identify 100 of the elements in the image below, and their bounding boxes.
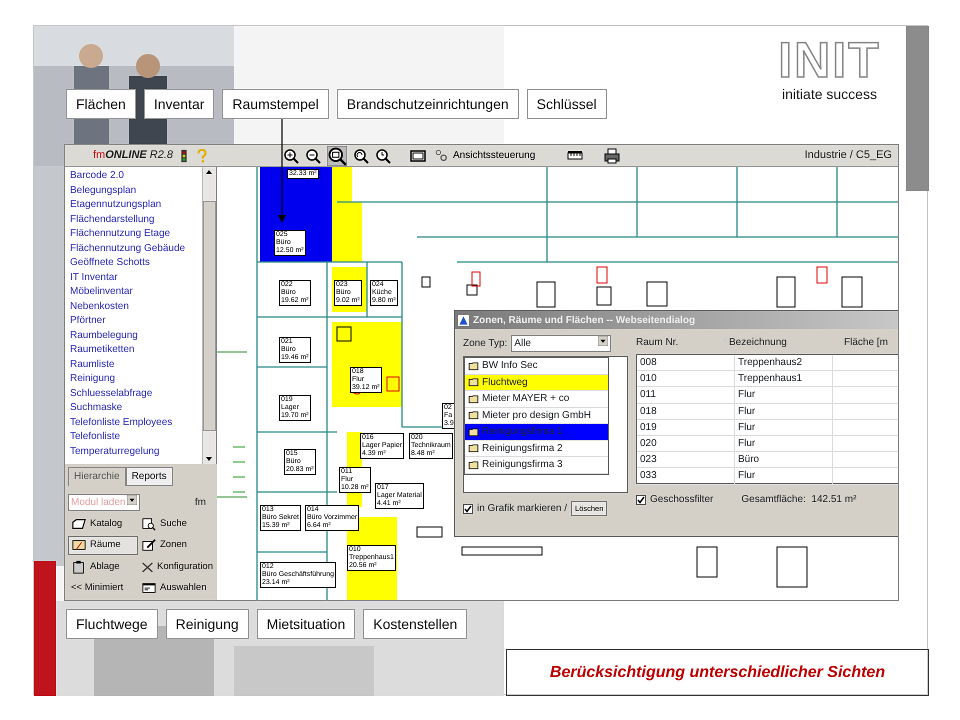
table-cell: Flur: [735, 468, 833, 484]
folder-icon: [468, 460, 479, 470]
location-label: Industrie / C5_EG: [804, 148, 892, 164]
slide-button[interactable]: Flächen: [66, 89, 136, 119]
zoom-reset-icon[interactable]: [353, 148, 369, 164]
sidebar-link[interactable]: Barcode 2.0: [70, 169, 202, 184]
zone-list-item[interactable]: BW Info Sec: [465, 358, 608, 374]
check-icon: [637, 496, 645, 504]
table-cell: 011: [637, 387, 735, 403]
slide-button[interactable]: Brandschutzeinrichtungen: [336, 89, 519, 119]
tool-button[interactable]: Auswahlen: [138, 578, 216, 597]
zoom-window-icon[interactable]: [327, 146, 347, 166]
folder-icon: [468, 426, 479, 437]
caption: Berücksichtigung unterschiedlicher Sichten: [506, 649, 929, 696]
zone-list-item[interactable]: Fluchtweg: [465, 374, 608, 391]
gear-icon: [433, 148, 449, 162]
table-cell: 018: [637, 404, 735, 419]
frame-icon[interactable]: [409, 148, 427, 164]
slide-button[interactable]: Reinigung: [166, 609, 249, 639]
sidebar-link[interactable]: Raumetiketten: [70, 343, 202, 358]
checkbox[interactable]: [636, 494, 646, 504]
check-icon: [464, 504, 472, 513]
slide-button[interactable]: Inventar: [144, 89, 214, 119]
slide-button[interactable]: Mietsituation: [256, 609, 356, 639]
sidebar-link[interactable]: Raumbelegung: [70, 328, 202, 343]
table-cell: 010: [637, 371, 735, 386]
floor-plan-icon: [71, 538, 87, 552]
zone-list-item[interactable]: Mieter pro design GmbH: [465, 408, 608, 424]
sidebar-link[interactable]: Pförtner: [70, 314, 202, 328]
view-control-button[interactable]: Ansichtssteuerung: [433, 148, 536, 163]
zone-list-item[interactable]: Mieter MAYER + co: [465, 391, 608, 408]
table-cell: 023: [637, 452, 735, 468]
panel-tab[interactable]: Reports: [126, 467, 173, 486]
sidebar-link[interactable]: Telefonliste Employees: [70, 416, 202, 430]
slide-button[interactable]: Fluchtwege: [66, 609, 158, 639]
scrollbar[interactable]: [202, 167, 216, 464]
folder-icon: [71, 517, 87, 532]
panel-tab[interactable]: Hierarchie: [68, 467, 126, 486]
sidebar-link[interactable]: Flächendarstellung: [70, 212, 202, 227]
checkbox-label: Geschossfilter: [650, 493, 714, 507]
sidebar-link[interactable]: Suchmaske: [70, 401, 202, 416]
window-icon: [141, 580, 157, 595]
tool-button[interactable]: Räume: [68, 536, 138, 554]
sidebar-link[interactable]: Etagennutzungsplan: [70, 198, 202, 212]
slide-button[interactable]: Schlüssel: [526, 89, 607, 119]
checkbox-label: in Grafik markieren /: [477, 502, 568, 516]
folder-icon: [468, 443, 479, 454]
dropdown-icon: [127, 495, 137, 505]
slide-button[interactable]: Raumstempel: [222, 89, 329, 119]
table-cell: Flur: [735, 436, 833, 452]
table-cell: 020: [637, 436, 735, 452]
sidebar-link[interactable]: Temperaturregelung: [70, 444, 202, 459]
zone-list-item[interactable]: Reinigungsfirma 3: [465, 457, 608, 474]
tool-button[interactable]: Ablage: [68, 558, 138, 576]
folder-icon: [468, 410, 479, 420]
total-area: Gesamtfläche: 142.51 m²: [741, 492, 856, 507]
logo: INIT: [777, 36, 882, 84]
tool-button[interactable]: Katalog: [68, 515, 138, 534]
tool-button[interactable]: Konfiguration: [138, 558, 216, 576]
table-cell: Flur: [735, 404, 833, 419]
sidebar-link[interactable]: Reinigung: [70, 372, 202, 386]
clipboard-icon: [71, 560, 87, 574]
tool-button[interactable]: << Minimiert: [68, 578, 138, 597]
sidebar-link[interactable]: Flächennutzung Gebäude: [70, 242, 202, 256]
slogan: initiate success: [781, 85, 878, 104]
zoom-out-icon[interactable]: [305, 148, 321, 164]
tool-button[interactable]: Suche: [138, 515, 216, 534]
zoom-in-icon[interactable]: [283, 148, 299, 164]
tool-button[interactable]: Zonen: [138, 536, 216, 554]
dialog-title: Zonen, Räume und Flächen -- Webseitendialog: [473, 314, 696, 328]
table-cell: 008: [637, 355, 735, 370]
printer-icon[interactable]: [603, 148, 622, 164]
dropdown-icon: [598, 336, 608, 346]
sidebar-link[interactable]: Geöffnete Schotts: [70, 256, 202, 270]
table-cell: 033: [637, 468, 735, 484]
slide-button[interactable]: Kostenstellen: [363, 609, 468, 639]
table-cell: Büro: [735, 452, 833, 468]
sidebar-link[interactable]: Schluesselabfrage: [70, 386, 202, 401]
sidebar-link[interactable]: Belegungsplan: [70, 184, 202, 198]
sidebar-link[interactable]: IT Inventar: [70, 270, 202, 285]
field-label: Zone Typ:: [463, 337, 508, 351]
folder-icon: [468, 394, 479, 404]
zone-list-item[interactable]: Reinigungsfirma 2: [465, 440, 608, 457]
sidebar-link[interactable]: Möbelinventar: [70, 285, 202, 300]
folder-icon: [468, 377, 479, 388]
app-icon: [458, 314, 469, 326]
sidebar-link[interactable]: Nebenkosten: [70, 300, 202, 314]
table-cell: Flur: [735, 420, 833, 435]
zone-type-select[interactable]: Alle: [511, 335, 612, 352]
column-header[interactable]: Bezeichnung: [729, 335, 844, 350]
table-cell: 019: [637, 420, 735, 435]
sidebar-link[interactable]: Raumliste: [70, 358, 202, 372]
table-cell: Flur: [735, 387, 833, 403]
column-header[interactable]: Fläche [m: [844, 335, 898, 350]
sidebar-link[interactable]: Telefonliste: [70, 430, 202, 444]
zoom-history-icon[interactable]: [375, 148, 391, 164]
checkbox[interactable]: [463, 504, 473, 514]
column-header[interactable]: Raum Nr.: [636, 335, 721, 350]
sidebar-link[interactable]: Flächennutzung Etage: [70, 227, 202, 242]
table-cell: Treppenhaus2: [735, 355, 833, 370]
